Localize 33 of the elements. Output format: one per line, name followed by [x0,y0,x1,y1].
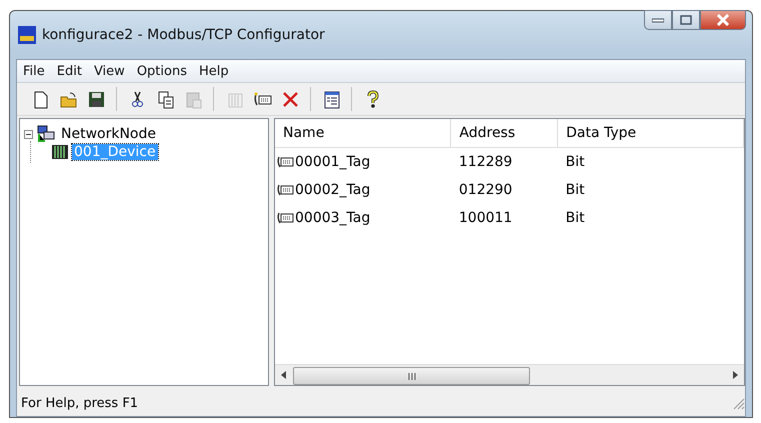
status-text: For Help, press F1 [21,396,138,410]
minimize-button[interactable] [644,10,672,30]
tree-item[interactable]: NetworkNode [59,126,158,142]
menu-item[interactable]: Edit [50,64,88,78]
maximize-icon [680,15,692,25]
tag-name[interactable]: 00001_Tag [295,154,370,170]
column-header[interactable]: Data Type [558,119,744,148]
table-cell-text: Bit [564,181,586,200]
collapse-toggle[interactable] [24,130,33,138]
table-cell-text: Bit [564,209,586,228]
table-cell: 112289 [450,148,558,176]
horizontal-scrollbar[interactable] [275,364,744,385]
window-title: konfigurace2 - Modbus/TCP Configurator [42,27,326,43]
column-header[interactable]: Name [275,119,451,148]
app-icon [18,26,36,44]
close-button[interactable] [700,10,746,30]
menu-item[interactable]: Help [192,64,235,78]
table-cell: Bit [558,148,744,176]
column-header[interactable]: Address [450,119,558,148]
close-icon [716,14,730,26]
tag-name[interactable]: 00002_Tag [295,182,370,198]
tag-name[interactable]: 00003_Tag [295,210,370,226]
menu-item[interactable]: View [88,64,131,78]
rack-icon [51,144,69,160]
table-cell-text: 012290 [458,181,514,200]
minimize-icon [652,17,664,23]
menu-item[interactable]: Options [130,64,193,78]
menu-item[interactable]: File [17,64,51,78]
maximize-button[interactable] [672,10,700,30]
resize-grip-icon[interactable] [731,396,745,410]
scroll-thumb[interactable] [293,367,530,385]
network-icon [36,125,56,143]
table-cell-text: 100011 [458,209,514,228]
